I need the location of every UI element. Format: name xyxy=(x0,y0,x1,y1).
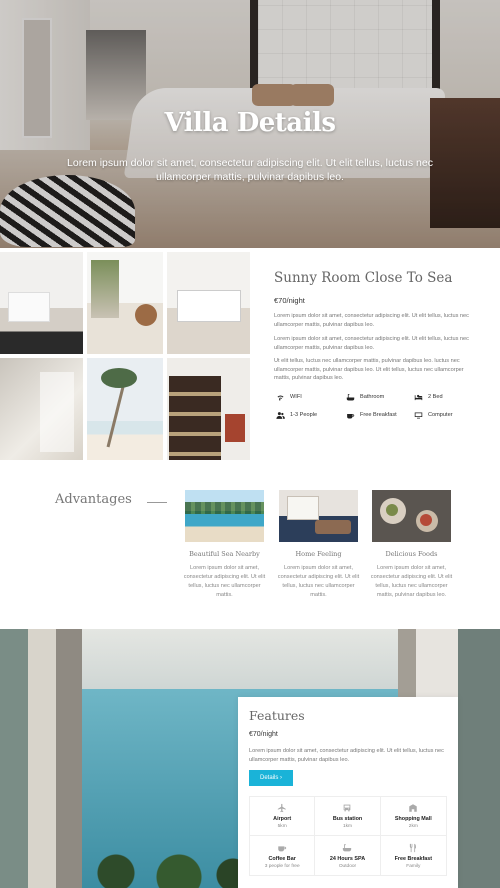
airplane-icon xyxy=(277,803,286,813)
gallery-photo-bathroom[interactable] xyxy=(0,358,83,460)
hero-subtitle: Lorem ipsum dolor sit amet, consectetur … xyxy=(67,157,433,183)
advantage-text: Lorem ipsum dolor sit amet, consectetur … xyxy=(370,565,453,598)
amenity-label: Free Breakfast xyxy=(360,412,397,418)
features-price: €70/night xyxy=(249,731,278,738)
details-button[interactable]: Details › xyxy=(249,770,293,786)
feature-detail: 1km xyxy=(342,824,353,829)
feature-bus-station: Bus station 1km xyxy=(315,797,381,836)
amenity-label: WIFI xyxy=(290,394,302,400)
background-sky xyxy=(80,629,400,689)
monitor-icon xyxy=(413,410,423,420)
room-price: €70/night xyxy=(274,296,305,305)
gallery-photo-bookshelf[interactable] xyxy=(167,358,250,460)
feature-spa: 24 Hours SPA Outdoor xyxy=(315,836,381,875)
gallery-photo-bedroom[interactable] xyxy=(0,252,83,354)
advantage-title: Beautiful Sea Nearby xyxy=(189,550,260,558)
page-title: Villa Details xyxy=(164,108,336,138)
feature-detail: 5km xyxy=(277,824,287,829)
features-card: Features €70/night Lorem ipsum dolor sit… xyxy=(238,697,458,888)
bathtub-icon xyxy=(345,392,355,402)
room-title: Sunny Room Close To Sea xyxy=(274,270,453,286)
amenity-label: 1-3 People xyxy=(290,412,318,418)
amenity-label: 2 Bed xyxy=(428,394,443,400)
feature-detail: Family xyxy=(406,863,421,869)
room-description: Ut elit tellus, luctus nec ullamcorper m… xyxy=(274,358,464,382)
advantages-heading: Advantages xyxy=(55,492,132,507)
background-trees xyxy=(80,849,260,888)
amenity-wifi: WIFI xyxy=(275,392,302,402)
feature-detail: Outdoor xyxy=(338,863,357,869)
feature-coffee-bar: Coffee Bar 3 people for free xyxy=(250,836,316,875)
advantage-image-food[interactable] xyxy=(372,490,451,542)
gallery-photo-beach[interactable] xyxy=(87,358,163,460)
building-icon xyxy=(409,804,418,812)
coffee-icon xyxy=(345,410,355,420)
wifi-icon xyxy=(275,392,285,402)
window-frame-left xyxy=(0,629,82,888)
feature-label: Bus station xyxy=(332,816,363,822)
features-heading: Features xyxy=(249,708,305,723)
feature-label: Coffee Bar xyxy=(268,855,296,862)
advantage-image-sea[interactable] xyxy=(185,490,264,542)
feature-label: Airport xyxy=(273,816,292,822)
amenity-label: Bathroom xyxy=(360,394,385,400)
gallery-photo-shelves[interactable] xyxy=(87,252,163,354)
room-gallery xyxy=(0,252,250,460)
utensils-icon xyxy=(410,843,417,852)
feature-breakfast: Free Breakfast Family xyxy=(381,836,446,875)
feature-airport: Airport 5km xyxy=(250,797,316,836)
heading-divider xyxy=(147,502,167,503)
feature-detail: 2km xyxy=(408,824,418,829)
advantage-title: Home Feeling xyxy=(295,550,342,558)
feature-label: 24 Hours SPA xyxy=(329,855,366,862)
advantage-text: Lorem ipsum dolor sit amet, consectetur … xyxy=(277,565,360,598)
amenity-breakfast: Free Breakfast xyxy=(345,410,397,420)
feature-shopping-mall: Shopping Mall 2km xyxy=(380,797,446,836)
amenity-beds: 2 Bed xyxy=(413,392,443,402)
hero-banner: Villa Details Lorem ipsum dolor sit amet… xyxy=(0,0,500,248)
advantage-title: Delicious Foods xyxy=(385,550,438,558)
coffee-cup-icon xyxy=(278,845,287,851)
features-description: Lorem ipsum dolor sit amet, consectetur … xyxy=(249,748,444,763)
feature-detail: 3 people for free xyxy=(264,863,300,869)
feature-label: Free Breakfast xyxy=(394,855,433,862)
room-description: Lorem ipsum dolor sit amet, consectetur … xyxy=(274,313,469,328)
users-icon xyxy=(275,410,285,420)
amenity-bathroom: Bathroom xyxy=(345,392,384,402)
feature-label: Shopping Mall xyxy=(394,816,432,822)
amenity-label: Computer xyxy=(428,412,453,418)
features-grid: Airport 5km Bus station 1km Shopping Mal… xyxy=(249,796,447,876)
advantage-image-home[interactable] xyxy=(279,490,358,542)
bed-icon xyxy=(413,392,423,402)
advantage-text: Lorem ipsum dolor sit amet, consectetur … xyxy=(183,565,266,598)
amenity-computer: Computer xyxy=(413,410,453,420)
room-description: Lorem ipsum dolor sit amet, consectetur … xyxy=(274,336,469,351)
bathtub-icon xyxy=(343,843,352,851)
gallery-photo-kitchen[interactable] xyxy=(167,252,250,354)
amenity-people: 1-3 People xyxy=(275,410,317,420)
bus-icon xyxy=(344,804,351,812)
